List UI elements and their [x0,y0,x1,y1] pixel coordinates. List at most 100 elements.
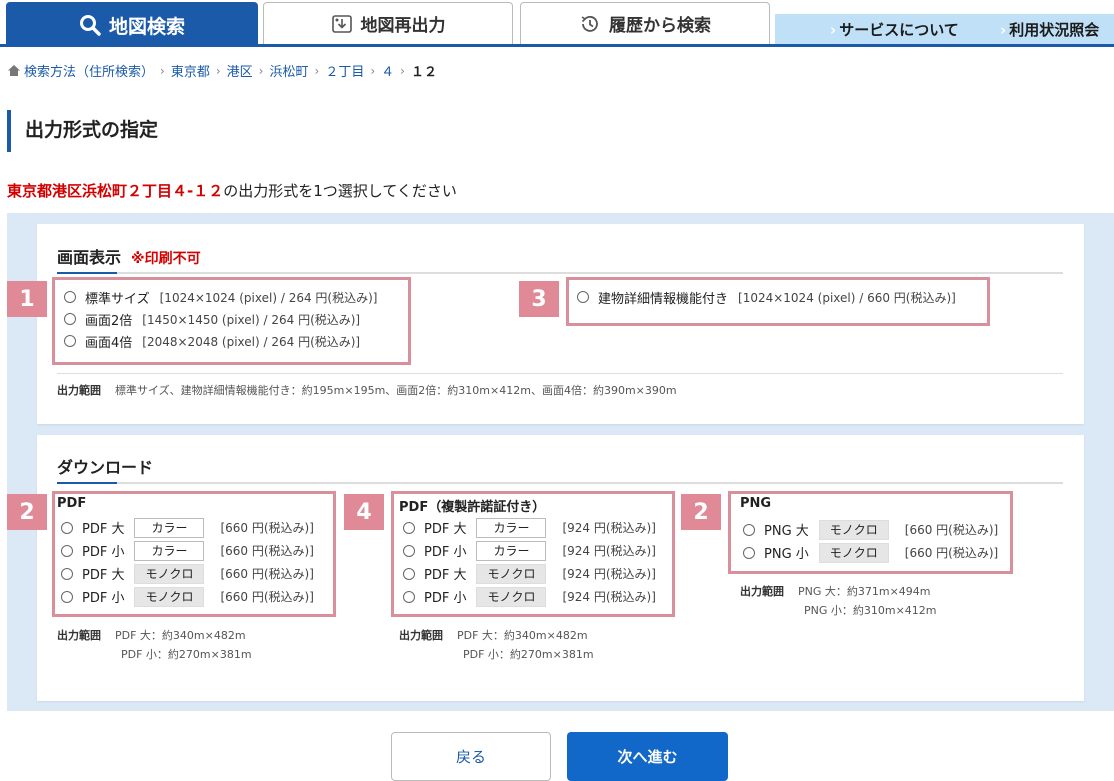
option-label: PDF 小 [424,545,467,560]
step-badge: 4 [344,494,384,530]
range-label: 出力範囲 [57,629,101,642]
option-price: [924 円(税込み)] [562,544,656,558]
radio-button[interactable] [743,523,755,536]
top-nav: 地図検索 地図再出力 履歴から検索 › サービスについて › 利用状況照会 [0,0,1114,48]
breadcrumb-ward[interactable]: 港区 [227,61,253,80]
download-title: ダウンロード [57,458,154,477]
option-price: [1024×1024 (pixel) / 660 円(税込み)] [738,290,956,305]
map-reoutput-icon [331,14,353,34]
pdf-cert-title: PDF（複製許諾証付き） [399,500,546,515]
radio-button[interactable] [403,567,415,580]
tab-map-search[interactable]: 地図検索 [6,2,258,47]
range-text: 標準サイズ、建物詳細情報機能付き：約195m×195m、画面2倍：約310m×4… [115,384,677,397]
option-standard-size[interactable]: 標準サイズ [1024×1024 (pixel) / 264 円(税込み)] [64,286,377,308]
tab-label: 地図検索 [108,15,185,38]
radio-button[interactable] [403,590,415,603]
radio-button[interactable] [64,313,76,325]
option-label: PDF 小 [424,591,467,606]
radio-button[interactable] [64,291,76,303]
option-label: PDF 大 [82,522,125,537]
radio-button[interactable] [743,546,755,559]
range-text: PDF 大：約340m×482m [115,629,246,642]
step-badge: 2 [681,494,721,530]
range-label: 出力範囲 [740,585,784,598]
option-price: [660 円(税込み)] [220,567,314,581]
mono-mode-badge: モノクロ [476,563,547,584]
back-button[interactable]: 戻る [391,732,551,781]
tab-map-reoutput[interactable]: 地図再出力 [263,2,513,44]
radio-button[interactable] [64,335,76,347]
breadcrumb-current: １２ [410,65,437,80]
radio-button[interactable] [403,544,415,557]
option-price: [924 円(税込み)] [562,521,656,535]
step-badge: 1 [7,281,47,317]
chevron-right-icon: › [370,63,376,78]
range-text: PDF 大：約340m×482m [457,629,588,642]
mono-mode-badge: モノクロ [134,563,205,584]
option-price: [924 円(税込み)] [562,590,656,604]
mono-mode-badge: モノクロ [818,519,889,540]
color-mode-badge: カラー [476,540,547,561]
option-label: 画面4倍 [85,335,133,351]
screen-output-range: 出力範囲 標準サイズ、建物詳細情報機能付き：約195m×195m、画面2倍：約31… [57,381,677,400]
option-pdfcert-large-mono[interactable]: PDF 大モノクロ [924 円(税込み)] [403,562,656,585]
chevron-right-icon: › [160,63,165,78]
screen-size-options: 標準サイズ [1024×1024 (pixel) / 264 円(税込み)] 画面… [64,286,377,352]
pdf-options: PDF 大カラー [660 円(税込み)] PDF 小カラー [660 円(税込み)… [61,516,314,608]
option-pdfcert-small-mono[interactable]: PDF 小モノクロ [924 円(税込み)] [403,585,656,608]
tab-history-search[interactable]: 履歴から検索 [520,2,770,44]
breadcrumb-prefecture[interactable]: 東京都 [171,61,210,80]
range-text: PDF 小：約270m×381m [463,648,594,661]
breadcrumb-search-method[interactable]: 検索方法（住所検索） [24,61,154,80]
option-pdf-large-color[interactable]: PDF 大カラー [660 円(税込み)] [61,516,314,539]
radio-button[interactable] [403,521,415,534]
option-price: [660 円(税込み)] [220,521,314,535]
option-building-detail[interactable]: 建物詳細情報機能付き [1024×1024 (pixel) / 660 円(税込み… [577,286,956,308]
option-pdf-small-color[interactable]: PDF 小カラー [660 円(税込み)] [61,539,314,562]
radio-button[interactable] [61,521,73,534]
radio-button[interactable] [61,590,73,603]
option-label: PNG 大 [764,524,809,539]
pdf-title: PDF [57,496,87,511]
building-detail-options: 建物詳細情報機能付き [1024×1024 (pixel) / 660 円(税込み… [577,286,956,308]
option-pdf-large-mono[interactable]: PDF 大モノクロ [660 円(税込み)] [61,562,314,585]
home-icon [7,64,21,77]
color-mode-badge: カラー [134,540,205,561]
option-screen-4x[interactable]: 画面4倍 [2048×2048 (pixel) / 264 円(税込み)] [64,330,377,352]
option-pdfcert-small-color[interactable]: PDF 小カラー [924 円(税込み)] [403,539,656,562]
usage-inquiry-link[interactable]: › 利用状況照会 [1000,19,1099,40]
step-badge: 2 [7,494,47,530]
next-button[interactable]: 次へ進む [567,732,728,781]
link-label: 利用状況照会 [1009,21,1100,39]
page-title: 出力形式の指定 [7,110,158,152]
tab-label: 地図再出力 [360,16,446,36]
option-pdfcert-large-color[interactable]: PDF 大カラー [924 円(税込み)] [403,516,656,539]
option-label: 建物詳細情報機能付き [598,291,729,307]
option-label: PDF 大 [424,568,467,583]
option-pdf-small-mono[interactable]: PDF 小モノクロ [660 円(税込み)] [61,585,314,608]
service-about-link[interactable]: › サービスについて [830,19,959,40]
range-text: PNG 小：約310m×412m [804,604,937,617]
breadcrumb-chome[interactable]: ２丁目 [325,61,364,80]
pdf-cert-output-range: 出力範囲 PDF 大：約340m×482m PDF 小：約270m×381m [399,626,594,664]
radio-button[interactable] [61,567,73,580]
breadcrumb-town[interactable]: 浜松町 [269,61,308,80]
option-label: PDF 小 [82,545,125,560]
radio-button[interactable] [61,544,73,557]
option-price: [2048×2048 (pixel) / 264 円(税込み)] [142,334,361,349]
radio-button[interactable] [577,291,589,303]
breadcrumb-block[interactable]: ４ [381,61,394,80]
option-png-large-mono[interactable]: PNG 大モノクロ [660 円(税込み)] [743,518,998,541]
option-png-small-mono[interactable]: PNG 小モノクロ [660 円(税込み)] [743,541,998,564]
option-price: [1024×1024 (pixel) / 264 円(税込み)] [159,290,378,305]
option-price: [924 円(税込み)] [562,567,656,581]
color-mode-badge: カラー [134,517,205,538]
option-label: 標準サイズ [85,291,150,307]
range-label: 出力範囲 [57,384,101,397]
mono-mode-badge: モノクロ [134,586,205,607]
option-screen-2x[interactable]: 画面2倍 [1450×1450 (pixel) / 264 円(税込み)] [64,308,377,330]
chevron-right-icon: › [215,63,221,78]
section-rule [57,272,1063,274]
option-price: [660 円(税込み)] [220,590,314,604]
option-price: [660 円(税込み)] [220,544,314,558]
